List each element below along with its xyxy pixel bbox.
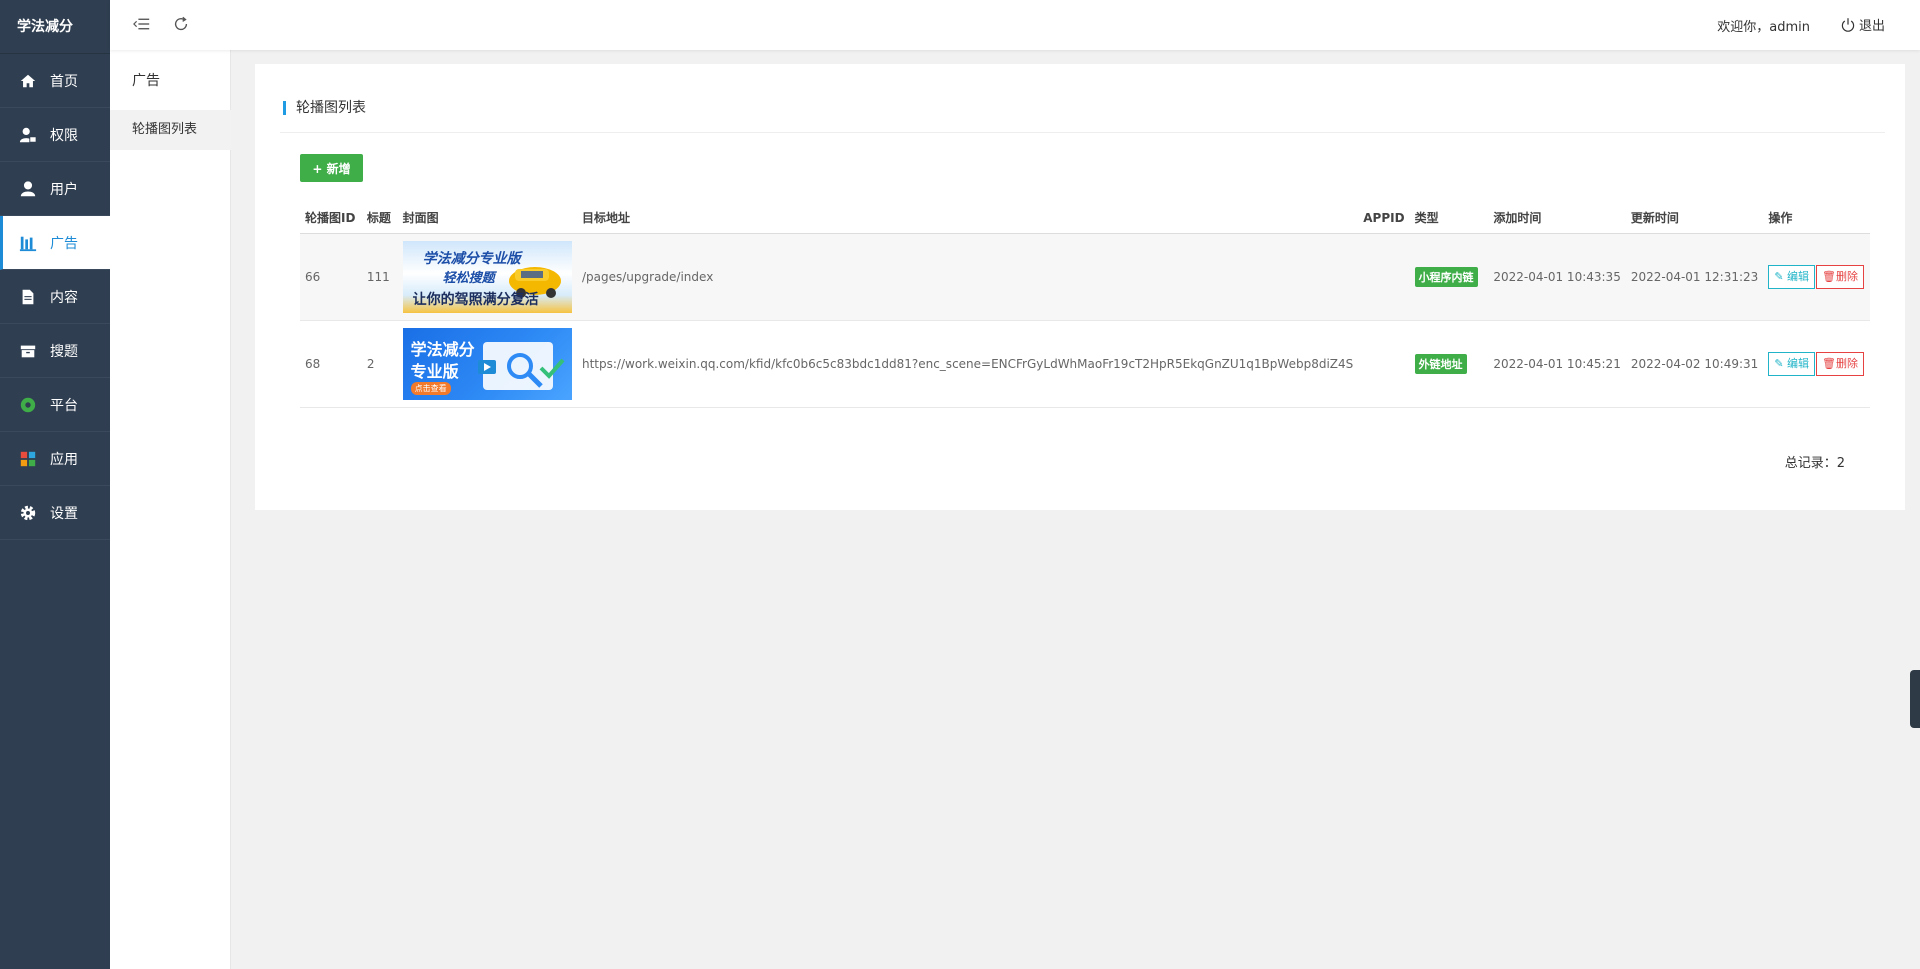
sidebar-item-users[interactable]: 用户 bbox=[0, 162, 110, 216]
sidebar-item-label: 搜题 bbox=[50, 343, 78, 360]
cover-text-line: 专业版 bbox=[410, 361, 459, 381]
edit-button[interactable]: ✎ 编辑 bbox=[1768, 264, 1816, 289]
cell-updated: 2022-04-02 10:49:31 bbox=[1625, 320, 1764, 408]
sidebar-item-label: 用户 bbox=[50, 181, 78, 198]
cell-title: 111 bbox=[361, 233, 398, 321]
sidebar-item-ads[interactable]: 广告 bbox=[0, 216, 110, 270]
edit-label: 编辑 bbox=[1787, 269, 1810, 283]
sidebar-item-label: 首页 bbox=[50, 73, 78, 90]
archive-icon bbox=[18, 341, 38, 361]
col-header-type: 类型 bbox=[1409, 203, 1489, 234]
main-sidebar: 学法减分 首页 权限 用户 广告 内容 搜题 平台 应用 设置 bbox=[0, 0, 110, 969]
cover-text-line: 学法减分专业版 bbox=[422, 250, 521, 267]
cell-id: 66 bbox=[300, 233, 362, 321]
cell-actions: ✎ 编辑 🗑删除 bbox=[1763, 320, 1870, 408]
table-header-row: 轮播图ID 标题 封面图 目标地址 APPID 类型 添加时间 更新时间 操作 bbox=[300, 203, 1870, 234]
cover-image: 学法减分 专业版 点击查看 bbox=[402, 327, 572, 400]
sidebar-item-label: 广告 bbox=[50, 235, 78, 252]
cover-image: 学法减分专业版 轻松搜题 让你的驾照满分复活 bbox=[402, 240, 572, 313]
table-row: 66 111 学法减分专业版 轻松搜题 让你的驾照满分复活 /pages/upg… bbox=[300, 233, 1870, 321]
delete-label: 删除 bbox=[1836, 356, 1858, 370]
cell-target: /pages/upgrade/index bbox=[576, 233, 1359, 321]
col-header-title: 标题 bbox=[361, 203, 398, 234]
banner-table: 轮播图ID 标题 封面图 目标地址 APPID 类型 添加时间 更新时间 操作 … bbox=[300, 203, 1870, 408]
type-badge: 小程序内链 bbox=[1414, 266, 1478, 287]
cell-added: 2022-04-01 10:43:35 bbox=[1488, 233, 1626, 321]
gear-icon bbox=[18, 503, 38, 523]
col-header-id: 轮播图ID bbox=[300, 203, 362, 234]
col-header-actions: 操作 bbox=[1763, 203, 1870, 234]
sidebar-item-label: 应用 bbox=[50, 451, 78, 468]
home-icon bbox=[18, 71, 38, 91]
pencil-icon: ✎ bbox=[1774, 356, 1784, 370]
cell-actions: ✎ 编辑 🗑删除 bbox=[1763, 233, 1870, 321]
cell-type: 小程序内链 bbox=[1409, 233, 1489, 321]
document-icon bbox=[18, 287, 38, 307]
power-icon bbox=[1841, 17, 1855, 32]
edit-button[interactable]: ✎ 编辑 bbox=[1768, 351, 1816, 376]
col-header-target: 目标地址 bbox=[576, 203, 1359, 234]
type-badge: 外链地址 bbox=[1414, 353, 1467, 374]
ad-icon bbox=[18, 233, 38, 253]
subnav-item-banner-list[interactable]: 轮播图列表 bbox=[110, 110, 231, 150]
sidebar-item-search-questions[interactable]: 搜题 bbox=[0, 324, 110, 378]
refresh-icon[interactable] bbox=[172, 15, 192, 35]
content-card: 轮播图列表 + 新增 轮播图ID 标题 封面图 目标地址 APPID 类型 添加… bbox=[255, 64, 1905, 510]
cover-text-line: 学法减分 bbox=[410, 339, 475, 359]
cover-text-line: 轻松搜题 bbox=[442, 270, 495, 286]
sub-sidebar: 广告 轮播图列表 bbox=[110, 0, 231, 969]
cell-cover: 学法减分专业版 轻松搜题 让你的驾照满分复活 bbox=[397, 233, 577, 321]
sidebar-item-apps[interactable]: 应用 bbox=[0, 432, 110, 486]
title-divider bbox=[280, 132, 1885, 133]
col-header-cover: 封面图 bbox=[397, 203, 577, 234]
platform-icon bbox=[18, 395, 38, 415]
sidebar-item-content[interactable]: 内容 bbox=[0, 270, 110, 324]
welcome-text: 欢迎你，admin bbox=[1717, 20, 1810, 35]
delete-button[interactable]: 🗑删除 bbox=[1816, 264, 1864, 289]
apps-icon bbox=[18, 449, 38, 469]
cell-type: 外链地址 bbox=[1409, 320, 1489, 408]
add-button[interactable]: + 新增 bbox=[300, 154, 363, 182]
col-header-added: 添加时间 bbox=[1488, 203, 1626, 234]
delete-button[interactable]: 🗑删除 bbox=[1816, 351, 1864, 376]
trash-icon: 🗑 bbox=[1822, 269, 1836, 283]
cell-updated: 2022-04-01 12:31:23 bbox=[1625, 233, 1764, 321]
sidebar-item-home[interactable]: 首页 bbox=[0, 54, 110, 108]
brand-logo: 学法减分 bbox=[0, 0, 110, 54]
pencil-icon: ✎ bbox=[1774, 269, 1784, 283]
cover-text-line: 让你的驾照满分复活 bbox=[412, 291, 539, 308]
total-records: 总记录：2 bbox=[1784, 456, 1845, 471]
sidebar-item-label: 内容 bbox=[50, 289, 78, 306]
sidebar-item-platform[interactable]: 平台 bbox=[0, 378, 110, 432]
cell-target: https://work.weixin.qq.com/kfid/kfc0b6c5… bbox=[576, 320, 1359, 408]
sidebar-item-label: 设置 bbox=[50, 505, 78, 522]
cell-title: 2 bbox=[361, 320, 398, 408]
logout-label: 退出 bbox=[1858, 19, 1885, 34]
cell-cover: 学法减分 专业版 点击查看 bbox=[397, 320, 577, 408]
cover-text-line: 点击查看 bbox=[410, 381, 451, 395]
edit-label: 编辑 bbox=[1787, 356, 1810, 370]
trash-icon: 🗑 bbox=[1822, 356, 1836, 370]
cell-id: 68 bbox=[300, 320, 362, 408]
delete-label: 删除 bbox=[1836, 269, 1858, 283]
col-header-updated: 更新时间 bbox=[1625, 203, 1764, 234]
cell-appid bbox=[1358, 320, 1410, 408]
table-row: 68 2 学法减分 专业版 点击查看 https://work.weixin.q… bbox=[300, 320, 1870, 408]
sidebar-item-settings[interactable]: 设置 bbox=[0, 486, 110, 540]
sidebar-item-label: 权限 bbox=[50, 127, 78, 144]
sidebar-item-permissions[interactable]: 权限 bbox=[0, 108, 110, 162]
page-title: 轮播图列表 bbox=[283, 101, 366, 115]
cell-added: 2022-04-01 10:45:21 bbox=[1488, 320, 1626, 408]
cell-appid bbox=[1358, 233, 1410, 321]
col-header-appid: APPID bbox=[1358, 203, 1410, 234]
menu-toggle-icon[interactable] bbox=[133, 15, 153, 35]
subnav-title: 广告 bbox=[132, 73, 160, 89]
user-icon bbox=[18, 179, 38, 199]
sidebar-item-label: 平台 bbox=[50, 397, 78, 414]
user-lock-icon bbox=[18, 125, 38, 145]
side-drawer-handle[interactable] bbox=[1910, 670, 1920, 728]
logout-button[interactable]: 退出 bbox=[1840, 15, 1885, 34]
top-header: 欢迎你，admin 退出 bbox=[110, 0, 1920, 50]
